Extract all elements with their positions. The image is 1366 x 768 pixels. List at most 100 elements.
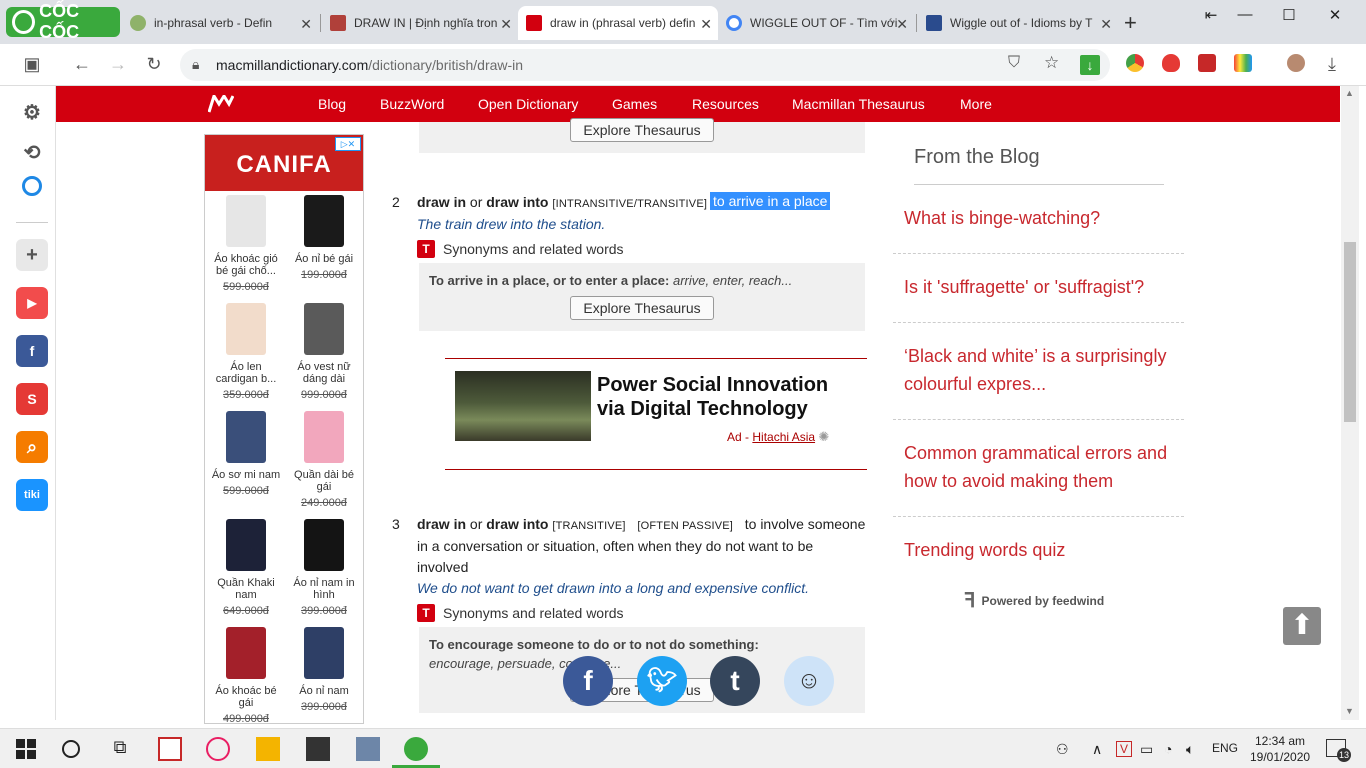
product-image[interactable] bbox=[304, 519, 344, 571]
volume-icon[interactable]: 🔈︎ bbox=[1186, 741, 1194, 758]
nav-games[interactable]: Games bbox=[612, 96, 657, 112]
synonyms-link[interactable]: T Synonyms and related words bbox=[417, 240, 624, 258]
search-circle-icon[interactable] bbox=[62, 740, 80, 758]
close-icon[interactable]: ✕ bbox=[896, 16, 908, 33]
canifa-product[interactable]: Áo khoác gió bé gái chố... 599.000đ bbox=[209, 195, 283, 293]
nav-more[interactable]: More bbox=[960, 96, 992, 112]
scroll-top-button[interactable]: ⬆ bbox=[1283, 607, 1321, 645]
shield-icon[interactable]: ⛉ bbox=[1008, 54, 1020, 72]
new-tab-button[interactable]: + bbox=[1124, 10, 1137, 36]
coccoc-brand[interactable]: CỐC CỐC bbox=[6, 1, 120, 42]
tab-search-icon[interactable]: ⇤ bbox=[1196, 6, 1226, 26]
tab-2[interactable]: DRAW IN | Định nghĩa tron ✕ bbox=[322, 6, 518, 40]
page-scrollbar[interactable]: ▲ ▼ bbox=[1341, 86, 1359, 720]
shopee-icon[interactable]: S bbox=[16, 383, 48, 415]
tumblr-share-icon[interactable]: t bbox=[710, 656, 760, 706]
close-icon[interactable]: ✕ bbox=[500, 16, 512, 33]
back-button[interactable]: ← bbox=[70, 52, 94, 76]
downloads-icon[interactable]: ⤓ bbox=[1320, 52, 1344, 76]
blog-link[interactable]: Is it 'suffragette' or 'suffragist'? bbox=[904, 273, 1174, 301]
language-indicator[interactable]: ENG bbox=[1212, 741, 1238, 755]
messenger-icon[interactable] bbox=[22, 176, 42, 196]
extension-adblock-icon[interactable] bbox=[1162, 54, 1180, 72]
reddit-share-icon[interactable]: ☺ bbox=[784, 656, 834, 706]
ad-headline[interactable]: Power Social Innovation via Digital Tech… bbox=[597, 373, 859, 421]
settings-gear-icon[interactable]: ⚙ bbox=[16, 96, 48, 128]
product-image[interactable] bbox=[226, 627, 266, 679]
product-image[interactable] bbox=[226, 195, 266, 247]
nav-buzzword[interactable]: BuzzWord bbox=[380, 96, 444, 112]
canifa-ad[interactable]: CANIFA ▷✕ Áo khoác gió bé gái chố... 599.… bbox=[204, 134, 364, 724]
nav-macmillan-thesaurus[interactable]: Macmillan Thesaurus bbox=[792, 96, 925, 112]
maximize-button[interactable]: ☐ bbox=[1274, 6, 1304, 26]
taskbar-paint-icon[interactable] bbox=[206, 737, 230, 761]
forward-button[interactable]: → bbox=[106, 52, 130, 76]
blog-link[interactable]: ‘Black and white’ is a surprisingly colo… bbox=[904, 342, 1174, 398]
facebook-icon[interactable]: f bbox=[16, 335, 48, 367]
tab-4[interactable]: WIGGLE OUT OF - Tìm với G ✕ bbox=[718, 6, 914, 40]
canifa-product[interactable]: Quần dài bé gái 249.000đ bbox=[287, 411, 361, 509]
blog-link[interactable]: Trending words quiz bbox=[904, 536, 1174, 564]
twitter-share-icon[interactable]: 🐦︎ bbox=[637, 656, 687, 706]
canifa-product[interactable]: Áo nỉ nam 399.000đ bbox=[287, 627, 361, 713]
product-image[interactable] bbox=[304, 627, 344, 679]
tab-3-active[interactable]: draw in (phrasal verb) defin ✕ bbox=[518, 6, 718, 40]
canifa-product[interactable]: Áo len cardigan b... 359.000đ bbox=[209, 303, 283, 401]
explore-thesaurus-button[interactable]: Explore Thesaurus bbox=[570, 118, 714, 142]
product-image[interactable] bbox=[226, 519, 266, 571]
notification-icon[interactable]: 13 bbox=[1326, 739, 1351, 762]
coccoc-taskbar-icon[interactable] bbox=[404, 737, 428, 761]
task-view-icon[interactable]: ⧉ bbox=[108, 737, 132, 761]
scrollbar-thumb[interactable] bbox=[1344, 242, 1356, 422]
canifa-product[interactable]: Áo nỉ nam in hình 399.000đ bbox=[287, 519, 361, 617]
taskbar-app-icon[interactable] bbox=[158, 737, 182, 761]
tab-5[interactable]: Wiggle out of - Idioms by T ✕ bbox=[918, 6, 1118, 40]
windows-start-icon[interactable] bbox=[14, 737, 38, 761]
sense2-definition-selected[interactable]: to arrive in a place bbox=[710, 192, 831, 210]
extension-chrome-icon[interactable] bbox=[1126, 54, 1144, 72]
tray-arrow-icon[interactable]: ∧ bbox=[1092, 741, 1102, 758]
facebook-share-icon[interactable]: f bbox=[563, 656, 613, 706]
macmillan-logo-icon[interactable] bbox=[208, 95, 234, 113]
product-image[interactable] bbox=[304, 411, 344, 463]
close-window-button[interactable]: ✕ bbox=[1320, 6, 1350, 26]
sidebar-toggle-icon[interactable]: ▣ bbox=[20, 52, 44, 76]
reload-button[interactable]: ↻ bbox=[142, 52, 166, 76]
taskbar-notes-icon[interactable] bbox=[306, 737, 330, 761]
profile-avatar[interactable] bbox=[1287, 54, 1305, 72]
blog-link[interactable]: What is binge-watching? bbox=[904, 204, 1174, 232]
product-image[interactable] bbox=[304, 195, 344, 247]
clock[interactable]: 12:34 am 19/01/2020 bbox=[1250, 733, 1310, 765]
canifa-product[interactable]: Áo nỉ bé gái 199.000đ bbox=[287, 195, 361, 281]
add-shortcut-icon[interactable]: + bbox=[16, 239, 48, 271]
tiki-icon[interactable]: tiki bbox=[16, 479, 48, 511]
canifa-product[interactable]: Quần Khaki nam 649.000đ bbox=[209, 519, 283, 617]
extension-red-icon[interactable] bbox=[1198, 54, 1216, 72]
url-text[interactable]: macmillandictionary.com/dictionary/briti… bbox=[216, 57, 523, 73]
battery-icon[interactable]: ▭ bbox=[1140, 741, 1153, 758]
address-bar[interactable]: 🔒︎ macmillandictionary.com/dictionary/br… bbox=[180, 49, 1110, 81]
hitachi-ad[interactable]: Power Social Innovation via Digital Tech… bbox=[445, 358, 867, 470]
taskbar-app2-icon[interactable] bbox=[356, 737, 380, 761]
history-icon[interactable]: ⟲ bbox=[16, 136, 48, 168]
feedwind-credit[interactable]: ꟻ Powered by feedwind bbox=[964, 588, 1104, 613]
nav-resources[interactable]: Resources bbox=[692, 96, 759, 112]
nav-blog[interactable]: Blog bbox=[318, 96, 346, 112]
product-image[interactable] bbox=[304, 303, 344, 355]
download-green-icon[interactable]: ↓ bbox=[1080, 55, 1100, 75]
youtube-icon[interactable]: ▶ bbox=[16, 287, 48, 319]
search-icon[interactable]: ⌕ bbox=[16, 431, 48, 463]
canifa-product[interactable]: Áo sơ mi nam 599.000đ bbox=[209, 411, 283, 497]
explore-thesaurus-button[interactable]: Explore Thesaurus bbox=[570, 296, 714, 320]
close-icon[interactable]: ✕ bbox=[300, 16, 312, 33]
wifi-icon[interactable]: ◔ bbox=[1164, 741, 1172, 757]
minimize-button[interactable]: — bbox=[1230, 6, 1260, 26]
blog-link[interactable]: Common grammatical errors and how to avo… bbox=[904, 439, 1174, 495]
product-image[interactable] bbox=[226, 411, 266, 463]
file-explorer-icon[interactable] bbox=[256, 737, 280, 761]
ad-video-thumbnail[interactable] bbox=[455, 371, 591, 441]
nav-open-dictionary[interactable]: Open Dictionary bbox=[478, 96, 578, 112]
canifa-product[interactable]: Áo khoác bé gái 499.000đ bbox=[209, 627, 283, 723]
canifa-product[interactable]: Áo vest nữ dáng dài 999.000đ bbox=[287, 303, 361, 401]
adchoices-icon[interactable]: ▷✕ bbox=[335, 137, 361, 151]
